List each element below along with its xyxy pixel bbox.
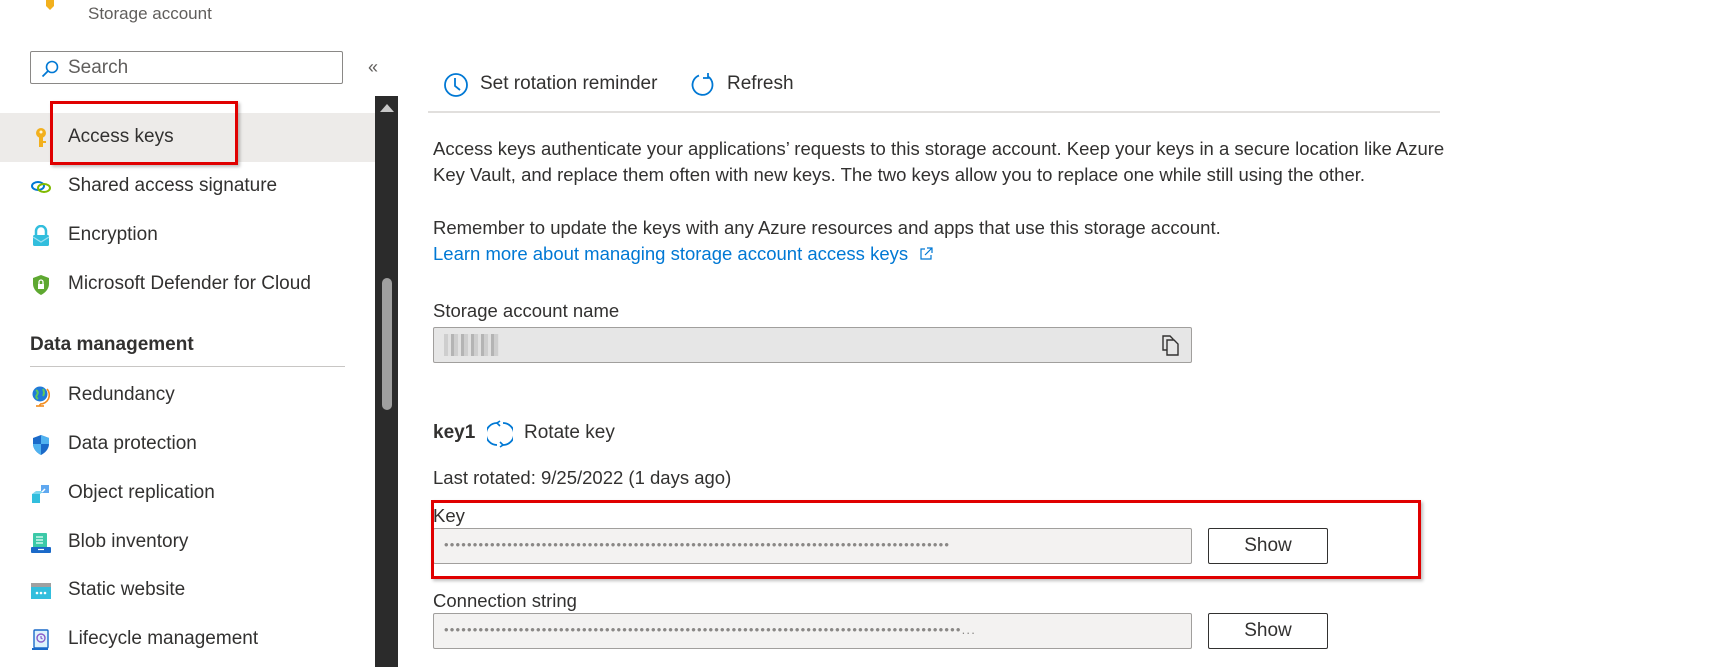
collapse-sidebar-button[interactable]: « — [368, 57, 378, 78]
key1-connection-string-value-masked: ••••••••••••••••••••••••••••••••••••••••… — [444, 622, 977, 637]
external-link-icon — [920, 247, 933, 260]
connection-string-label: Connection string — [433, 590, 577, 611]
sidebar-item-static-website[interactable]: Static website — [0, 569, 375, 613]
learn-more-link-text[interactable]: Learn more about managing storage accoun… — [433, 243, 908, 264]
scrollbar-thumb[interactable] — [382, 278, 392, 410]
sidebar-item-defender[interactable]: Microsoft Defender for Cloud — [0, 263, 375, 307]
sidebar-item-label: Data protection — [68, 433, 197, 454]
refresh-label: Refresh — [727, 73, 794, 94]
sidebar-item-redundancy[interactable]: Redundancy — [0, 374, 375, 418]
sidebar-item-encryption[interactable]: Encryption — [0, 214, 375, 258]
sidebar-item-label: Microsoft Defender for Cloud — [68, 273, 311, 294]
sidebar-item-shared-access-signature[interactable]: Shared access signature — [0, 165, 375, 209]
intro-text-line2: Key Vault, and replace them often with n… — [433, 164, 1366, 185]
toolbar-divider — [428, 111, 1440, 113]
storage-account-key-icon — [46, 0, 54, 10]
highlight-box-access-keys — [50, 101, 238, 165]
shield-lock-icon — [33, 275, 49, 295]
resource-type-subtitle: Storage account — [88, 4, 212, 23]
section-divider — [30, 366, 345, 367]
sidebar-item-lifecycle-management[interactable]: Lifecycle management — [0, 618, 375, 662]
globe-icon — [32, 386, 51, 407]
link-icon — [31, 181, 51, 193]
lifecycle-icon — [32, 629, 49, 650]
show-connection-string-button[interactable]: Show — [1208, 613, 1328, 649]
highlight-box-key — [431, 500, 1421, 579]
rotate-key-button[interactable]: Rotate key — [524, 422, 615, 444]
sidebar-search-input[interactable]: Search — [30, 51, 343, 84]
sidebar-item-data-protection[interactable]: Data protection — [0, 423, 375, 467]
learn-more-link[interactable]: Learn more about managing storage accoun… — [433, 243, 933, 265]
sidebar-item-object-replication[interactable]: Object replication — [0, 472, 375, 516]
sidebar-item-label: Lifecycle management — [68, 628, 259, 649]
sidebar-item-label: Redundancy — [68, 384, 175, 405]
last-rotated-text: Last rotated: 9/25/2022 (1 days ago) — [433, 467, 732, 488]
sidebar-scrollbar[interactable] — [375, 96, 398, 667]
copy-icon[interactable] — [1161, 334, 1181, 356]
sidebar-item-label: Static website — [68, 579, 186, 600]
clock-icon — [444, 73, 468, 97]
section-heading-data-management: Data management — [30, 334, 194, 355]
key1-title: key1 — [433, 422, 476, 443]
scroll-up-arrow-icon[interactable] — [380, 104, 394, 112]
lock-icon — [32, 225, 50, 246]
set-rotation-reminder-label: Set rotation reminder — [480, 73, 658, 94]
sidebar-item-label: Shared access signature — [68, 175, 278, 196]
storage-account-name-field[interactable] — [433, 327, 1192, 363]
shield-icon — [33, 435, 49, 455]
remember-text: Remember to update the keys with any Azu… — [433, 217, 1221, 238]
rotate-key-icon[interactable] — [487, 420, 513, 448]
sidebar-item-blob-inventory[interactable]: Blob inventory — [0, 521, 375, 565]
storage-account-name-label: Storage account name — [433, 300, 620, 321]
set-rotation-reminder-button[interactable]: Set rotation reminder — [443, 68, 673, 100]
sidebar-item-label: Object replication — [68, 482, 215, 503]
refresh-button[interactable]: Refresh — [690, 68, 800, 100]
cubes-icon — [32, 485, 49, 503]
website-icon — [31, 583, 51, 599]
search-icon — [41, 60, 59, 78]
key-icon — [36, 128, 46, 147]
storage-account-name-value-redacted — [444, 334, 499, 356]
intro-text-line1: Access keys authenticate your applicatio… — [433, 138, 1445, 159]
sidebar-item-label: Blob inventory — [68, 531, 189, 552]
refresh-icon — [691, 73, 714, 96]
sidebar-item-label: Encryption — [68, 224, 158, 245]
key1-connection-string-field[interactable]: ••••••••••••••••••••••••••••••••••••••••… — [433, 613, 1192, 649]
inventory-icon — [31, 533, 51, 553]
search-placeholder: Search — [68, 57, 129, 78]
